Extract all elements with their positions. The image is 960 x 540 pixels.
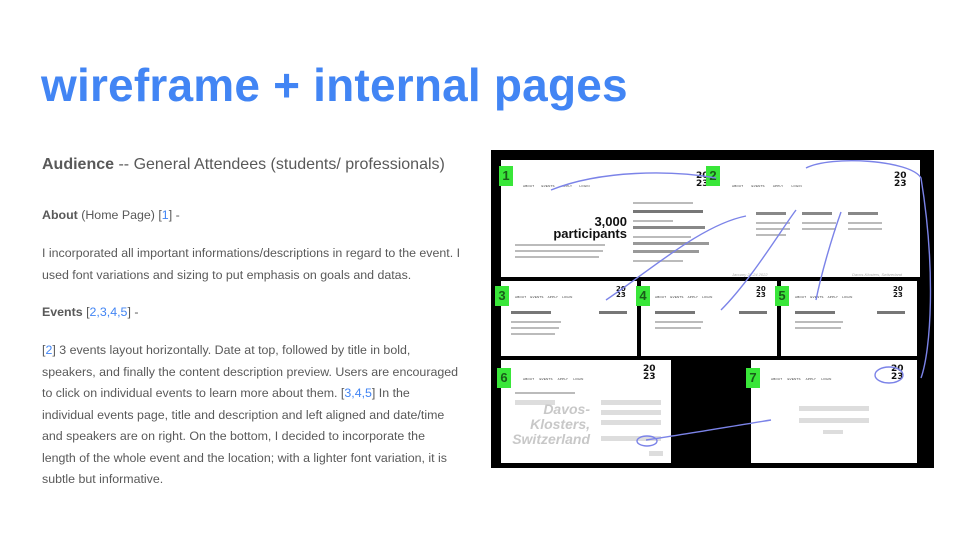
audience-text: -- General Attendees (students/ professi…	[114, 156, 445, 173]
wireframe-panel: ABOUT EVENTS APPLY LOGIN 20 23 3,000 parti…	[491, 150, 934, 468]
events-link-2[interactable]: 2	[45, 343, 52, 357]
flow-arrows	[550, 160, 932, 447]
about-paren: (Home Page) [	[77, 208, 162, 222]
arrow-apply-login	[805, 160, 932, 379]
arrow-apply-submit	[645, 419, 772, 441]
arrow-event-3	[605, 215, 747, 301]
about-heading: About (Home Page) [1] -	[42, 205, 462, 227]
events-text-2: ] In the individual events page, title a…	[42, 386, 448, 486]
about-link[interactable]: 1	[162, 208, 169, 222]
login-highlight	[874, 366, 904, 384]
arrow-event-4	[720, 209, 797, 311]
arrow-event-5	[815, 211, 842, 301]
about-label: About	[42, 208, 78, 222]
about-after: ] -	[168, 208, 180, 222]
audience-label: Audience	[42, 156, 115, 173]
events-heading: Events [2,3,4,5] -	[42, 302, 462, 324]
events-body: [2] 3 events layout horizontally. Date a…	[42, 343, 459, 486]
audience-line: Audience -- General Attendees (students/…	[42, 156, 445, 174]
submit-highlight	[636, 435, 658, 447]
events-close: ] -	[127, 305, 139, 319]
events-links[interactable]: 2,3,4,5	[90, 305, 128, 319]
slide-title: wireframe + internal pages	[41, 59, 628, 111]
events-label: Events	[42, 305, 83, 319]
arrow-home-events	[550, 172, 717, 191]
about-body: I incorporated all important information…	[42, 246, 461, 282]
events-open: [	[82, 305, 90, 319]
events-link-345[interactable]: 3,4,5	[344, 386, 372, 400]
